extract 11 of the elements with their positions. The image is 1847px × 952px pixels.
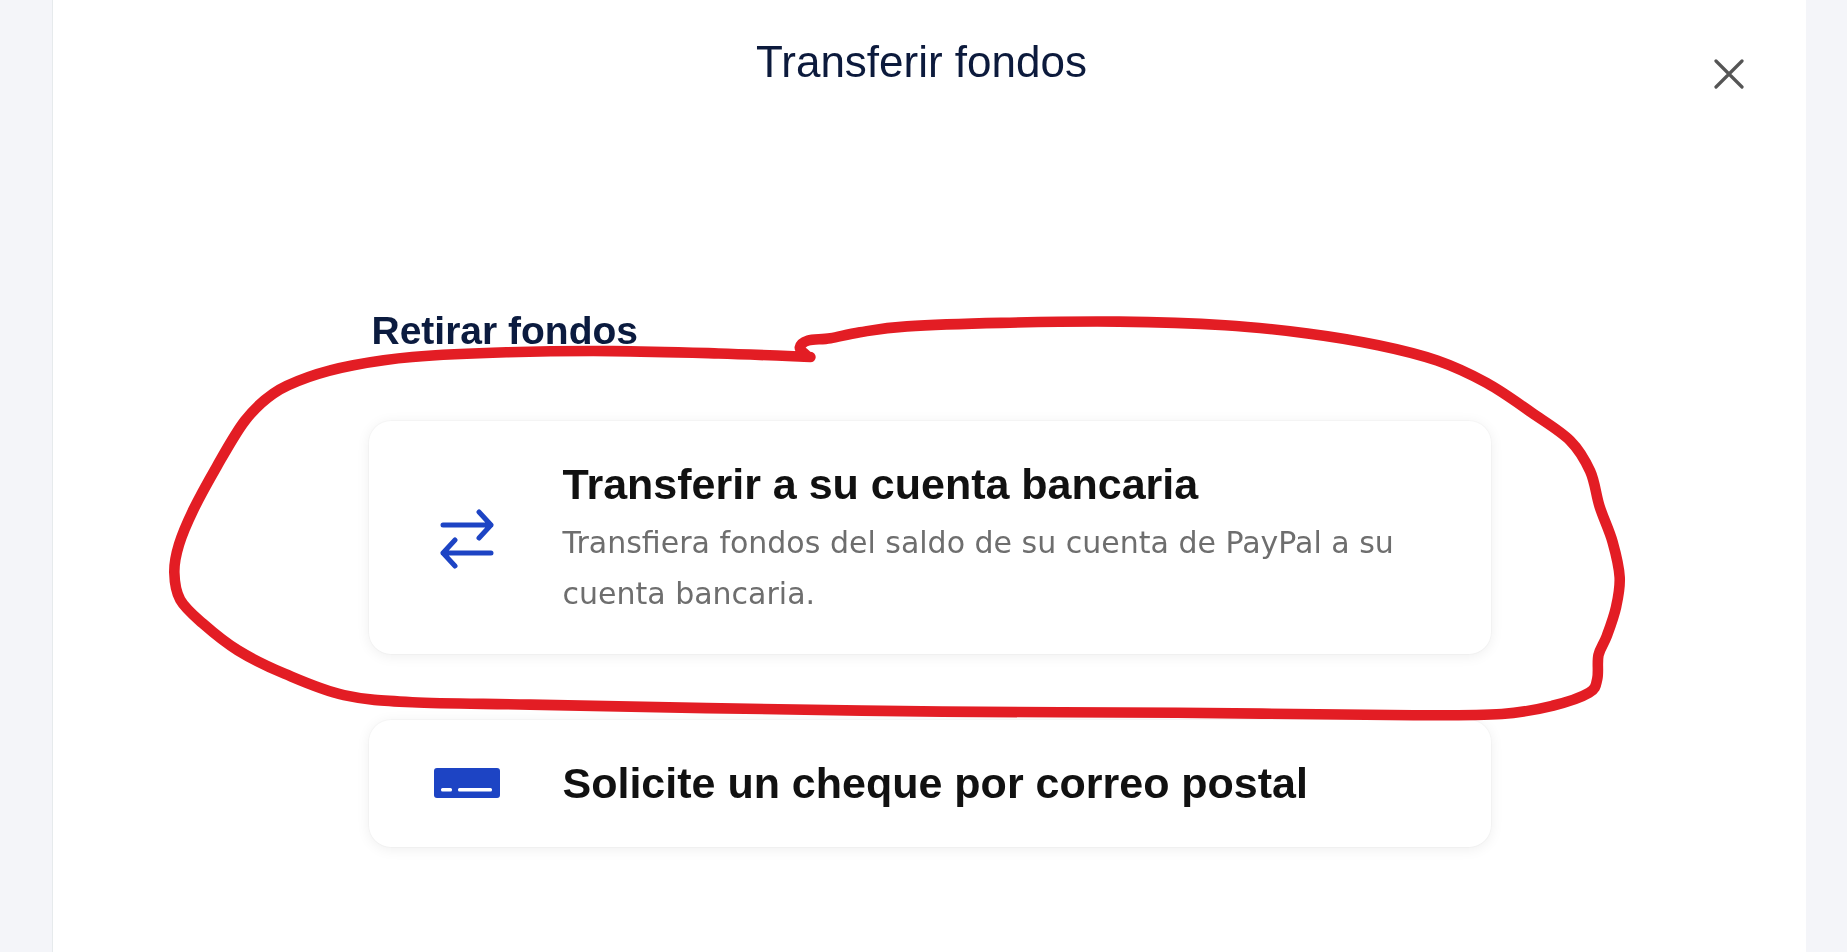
option-card[interactable]: Transferir a su cuenta bancaria Transfiera fondos del saldo de su cuenta de PayPal a su cuenta bancaria. (368, 421, 1491, 654)
close-button[interactable] (1714, 59, 1744, 89)
option-title: Solicite un cheque por correo postal (562, 758, 1309, 808)
card-icon (433, 768, 500, 798)
option-title: Transferir a su cuenta bancaria (562, 459, 1200, 509)
section-heading: Retirar fondos (371, 308, 640, 354)
option-card[interactable]: Solicite un cheque por correo postal (368, 720, 1491, 847)
option-description: Transfiera fondos del saldo de su cuenta de PayPal a su cuenta bancaria. (562, 524, 1395, 613)
swap-arrows-icon (439, 508, 494, 570)
close-icon (1714, 59, 1744, 89)
dialog-title: Transferir fondos (756, 36, 1087, 88)
